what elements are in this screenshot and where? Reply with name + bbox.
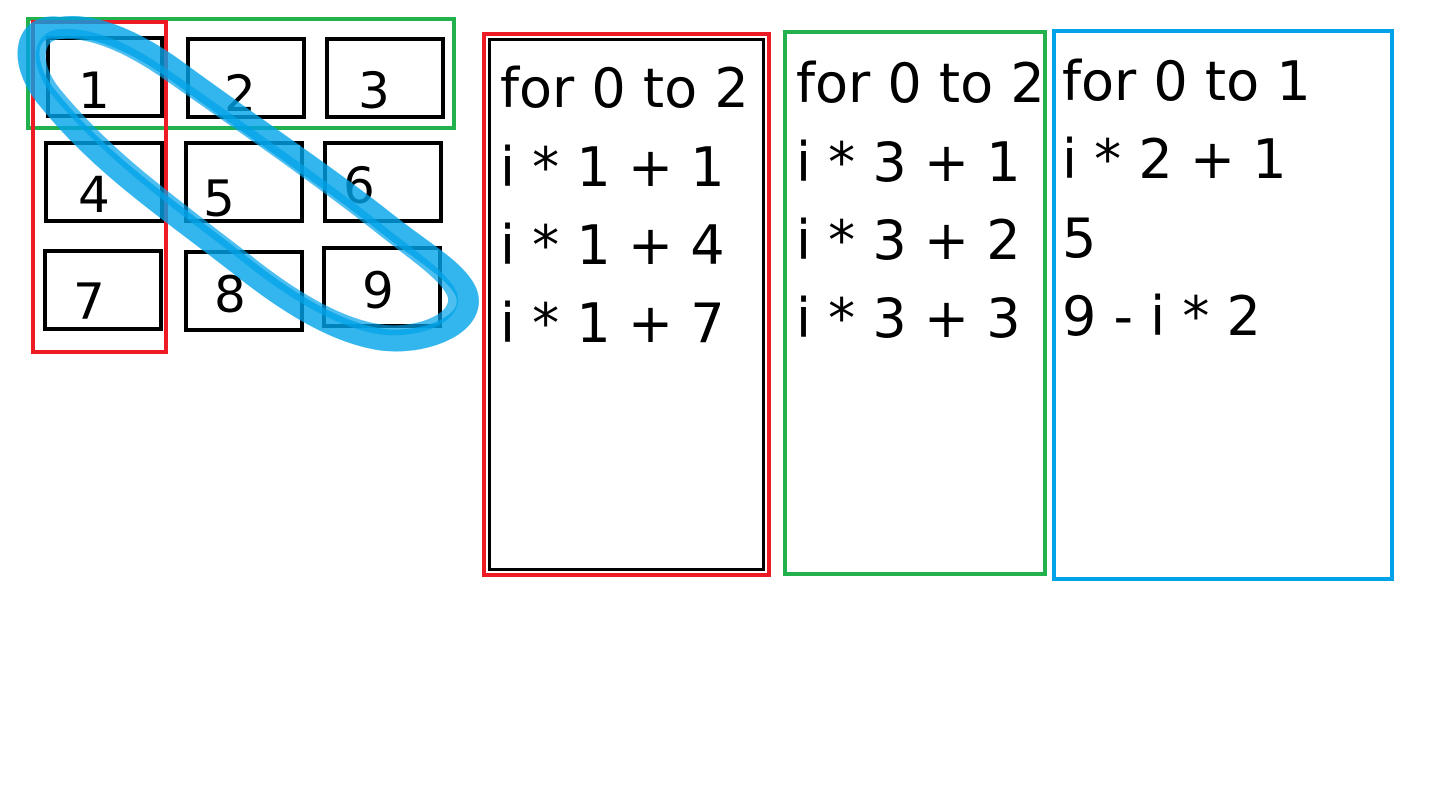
diagonal-loop-expression-2: 5 <box>1062 207 1097 270</box>
row-loop-expression-2: i * 3 + 2 <box>796 209 1021 272</box>
column-loop-expression-2: i * 1 + 4 <box>500 214 725 277</box>
row-loop-header: for 0 to 2 <box>796 52 1045 115</box>
row-loop-expression-3: i * 3 + 3 <box>796 287 1021 350</box>
column-loop-expression-1: i * 1 + 1 <box>500 136 725 199</box>
column-loop-expression-3: i * 1 + 7 <box>500 292 725 355</box>
row-loop-expression-1: i * 3 + 1 <box>796 131 1021 194</box>
grid-number-5: 5 <box>203 170 235 228</box>
column-loop-header: for 0 to 2 <box>500 57 749 120</box>
grid-cell-6 <box>323 141 443 223</box>
grid-number-8: 8 <box>214 266 246 324</box>
diagonal-loop-header: for 0 to 1 <box>1062 50 1311 113</box>
first-column-highlight <box>31 20 168 354</box>
grid-number-6: 6 <box>343 157 375 215</box>
diagonal-loop-expression-1: i * 2 + 1 <box>1062 128 1287 191</box>
grid-cell-5 <box>184 141 304 223</box>
grid-number-9: 9 <box>362 262 394 320</box>
diagonal-loop-expression-3: 9 - i * 2 <box>1062 285 1261 348</box>
